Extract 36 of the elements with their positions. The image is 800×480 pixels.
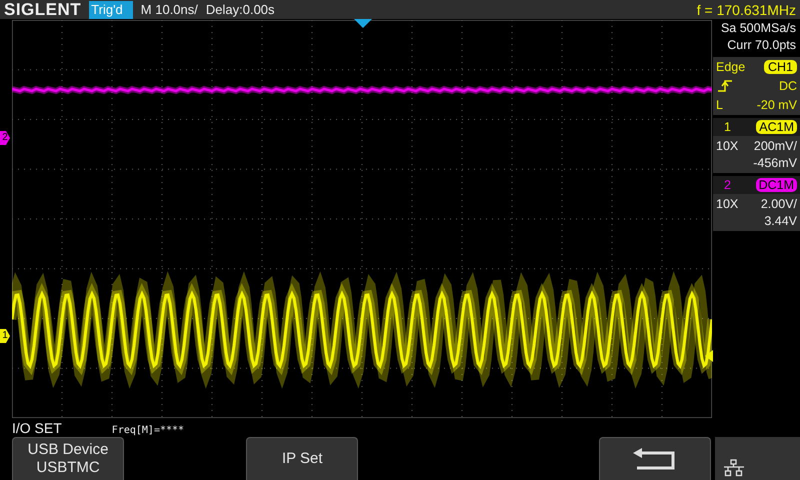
channel-panel[interactable]: 1 AC1M 10X 200mV/ -456mV <box>713 118 800 173</box>
back-button[interactable] <box>598 437 711 480</box>
softkey-button[interactable]: USB Device USBTMC <box>12 437 124 480</box>
trigger-level-reading: -20 mV <box>756 98 797 112</box>
channel-marker: 2 <box>0 131 10 145</box>
channel-number: 1 <box>723 120 731 134</box>
channel-coupling: AC1M <box>756 120 797 134</box>
trigger-level-icon <box>705 350 713 362</box>
brand-logo: SIGLENT <box>4 0 82 20</box>
channel-panel[interactable]: 2 DC1M 10X 2.00V/ 3.44V <box>713 176 800 231</box>
vertical-offset: -456mV <box>753 156 797 170</box>
frequency-readout: f = 170.631MHz <box>696 2 796 18</box>
frequency-status: Freq[M]=**** <box>112 425 184 436</box>
probe-factor: 10X <box>716 197 738 211</box>
sample-rate: Sa 500MSa/s <box>720 21 796 35</box>
memory-depth: Curr 70.0pts <box>727 38 796 52</box>
trigger-type: Edge <box>716 60 746 74</box>
trigger-status: Trig'd <box>89 0 133 18</box>
channel-coupling: DC1M <box>756 178 797 192</box>
vertical-scale: 2.00V/ <box>760 197 797 211</box>
level-label: L <box>716 98 723 112</box>
vertical-scale: 200mV/ <box>754 139 797 153</box>
channel-number: 2 <box>723 178 731 192</box>
rising-edge-icon <box>716 79 734 93</box>
trigger-source: CH1 <box>764 60 797 74</box>
probe-factor: 10X <box>716 139 738 153</box>
trigger-coupling: DC <box>778 79 797 93</box>
return-arrow-icon <box>632 448 677 470</box>
softkey-button[interactable]: IP Set <box>246 437 358 480</box>
timebase-label: M 10.0ns/ <box>140 2 198 17</box>
channel-marker: 1 <box>0 329 10 343</box>
vertical-offset: 3.44V <box>764 214 797 228</box>
trigger-panel[interactable]: Edge CH1 DC L -20 mV <box>713 57 800 115</box>
network-icon <box>722 459 745 477</box>
menu-title: I/O SET <box>12 420 62 436</box>
delay-label: Delay:0.00s <box>206 2 275 17</box>
